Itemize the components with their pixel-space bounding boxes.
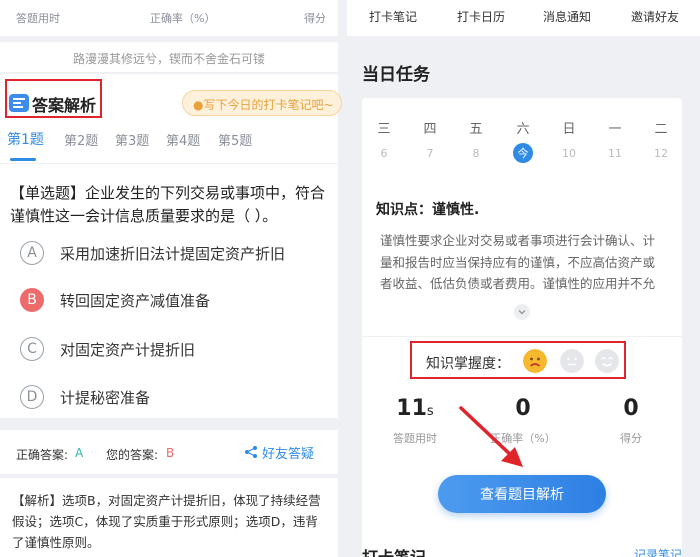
your-answer-value: B <box>166 446 175 460</box>
arrow-annotation <box>459 406 523 467</box>
knowledge-line3: 者收益、低估负债或者费用。谨慎性的应用并不允 <box>380 276 656 291</box>
bottom-notes-title: 打卡笔记 <box>362 544 426 557</box>
date-12[interactable]: 12 <box>649 147 673 160</box>
nav-checkin-calendar[interactable]: 打卡日历 <box>457 8 505 25</box>
time-label: 答题用时 <box>16 12 60 25</box>
ask-friend-label: 好友答疑 <box>262 446 315 462</box>
option-a-letter: A <box>20 241 44 265</box>
stat-time-label: 答题用时 <box>393 432 437 445</box>
right-top-nav: 打卡笔记 打卡日历 消息通知 邀请好友 <box>347 0 700 36</box>
correct-answer-value: A <box>75 446 84 460</box>
correct-answer-label: 正确答案: <box>16 448 69 462</box>
chevron-down-icon <box>518 310 526 315</box>
weekday-wed: 三 <box>377 122 391 137</box>
tab-question-5[interactable]: 第5题 <box>218 130 252 149</box>
expand-button[interactable] <box>514 304 530 320</box>
option-b-letter: B <box>20 288 44 312</box>
record-notes-link[interactable]: 记录笔记 <box>634 546 682 557</box>
date-8[interactable]: 8 <box>464 147 488 160</box>
option-a-text: 采用加速折旧法计提固定资产折旧 <box>60 244 286 263</box>
weekday-tue: 二 <box>654 122 668 137</box>
option-b-text: 转回固定资产减值准备 <box>60 291 211 310</box>
option-d-text: 计提秘密准备 <box>60 388 151 407</box>
analysis-line3: 了谨慎性原则。 <box>12 535 100 550</box>
knowledge-divider <box>362 336 682 337</box>
option-a[interactable]: A 采用加速折旧法计提固定资产折旧 <box>20 238 285 268</box>
accuracy-label: 正确率（%） <box>150 12 216 25</box>
tabs-divider <box>0 163 338 164</box>
nav-checkin-notes[interactable]: 打卡笔记 <box>369 8 417 25</box>
view-analysis-button[interactable]: 查看题目解析 <box>438 475 606 513</box>
analysis-card: 【解析】选项B，对固定资产计提折旧，体现了持续经营 假设；选项C，体现了实质重于… <box>0 478 338 557</box>
daily-task-title: 当日任务 <box>362 65 430 85</box>
question-text-line1: 【单选题】企业发生的下列交易或事项中，符合 <box>10 184 326 202</box>
option-b[interactable]: B 转回固定资产减值准备 <box>20 285 210 315</box>
weekday-mon: 一 <box>608 122 622 137</box>
knowledge-line1: 谨慎性要求企业对交易或者事项进行会计确认、计 <box>380 233 656 248</box>
tab-question-1[interactable]: 第1题 <box>7 129 44 149</box>
share-icon <box>245 446 257 458</box>
option-d[interactable]: D 计提秘密准备 <box>20 382 150 412</box>
write-note-button[interactable]: ●写下今日的打卡笔记吧~ <box>182 90 342 116</box>
date-10[interactable]: 10 <box>557 147 581 160</box>
weekday-fri: 五 <box>469 122 483 137</box>
tab-active-indicator <box>10 158 36 161</box>
mastery-highlight <box>410 341 626 379</box>
nav-notifications[interactable]: 消息通知 <box>543 8 591 25</box>
view-analysis-label: 查看题目解析 <box>480 487 564 503</box>
weekday-sat: 六 <box>516 122 530 137</box>
option-d-letter: D <box>20 385 44 409</box>
date-6[interactable]: 6 <box>372 147 396 160</box>
tab-question-2[interactable]: 第2题 <box>64 130 98 149</box>
date-7[interactable]: 7 <box>418 147 442 160</box>
write-note-label: ●写下今日的打卡笔记吧~ <box>193 98 334 112</box>
weekday-sun: 日 <box>562 122 576 137</box>
knowledge-title: 知识点：谨慎性. <box>376 202 480 218</box>
tab-question-3[interactable]: 第3题 <box>115 130 149 149</box>
stat-score-label: 得分 <box>620 432 642 445</box>
stat-score: 0 <box>596 396 666 421</box>
ask-friend-button[interactable]: 好友答疑 <box>244 442 314 462</box>
top-stats-card: 答题用时 正确率（%） 得分 <box>0 0 338 36</box>
motto-text: 路漫漫其修远兮，锲而不舍金石可镂 <box>72 52 265 66</box>
knowledge-line2: 量和报告时应当保持应有的谨慎，不应高估资产或 <box>380 255 656 270</box>
date-today-label: 今 <box>517 147 529 160</box>
option-c-text: 对固定资产计提折旧 <box>60 340 196 359</box>
stat-score-value: 0 <box>623 396 639 421</box>
answer-header-highlight <box>5 79 102 118</box>
score-label: 得分 <box>304 12 326 25</box>
date-today[interactable]: 今 <box>513 143 533 163</box>
motto-card: 路漫漫其修远兮，锲而不舍金石可镂 <box>0 42 338 72</box>
option-c-letter: C <box>20 337 44 361</box>
analysis-line1: 【解析】选项B，对固定资产计提折旧，体现了持续经营 <box>12 493 321 508</box>
question-text-line2: 谨慎性这一会计信息质量要求的是（ ）。 <box>10 207 278 225</box>
stat-time: 11s <box>380 396 450 421</box>
nav-invite-friends[interactable]: 邀请好友 <box>631 8 679 25</box>
date-11[interactable]: 11 <box>603 147 627 160</box>
option-c[interactable]: C 对固定资产计提折旧 <box>20 334 195 364</box>
weekday-thu: 四 <box>423 122 437 137</box>
your-answer-label: 您的答案: <box>106 448 159 462</box>
stat-time-value: 11 <box>396 396 427 421</box>
answer-bar: 正确答案: A 您的答案: B 好友答疑 <box>0 430 338 474</box>
tab-question-4[interactable]: 第4题 <box>166 130 200 149</box>
stat-time-unit: s <box>426 404 434 419</box>
analysis-line2: 假设；选项C，体现了实质重于形式原则；选项D，违背 <box>12 514 318 529</box>
